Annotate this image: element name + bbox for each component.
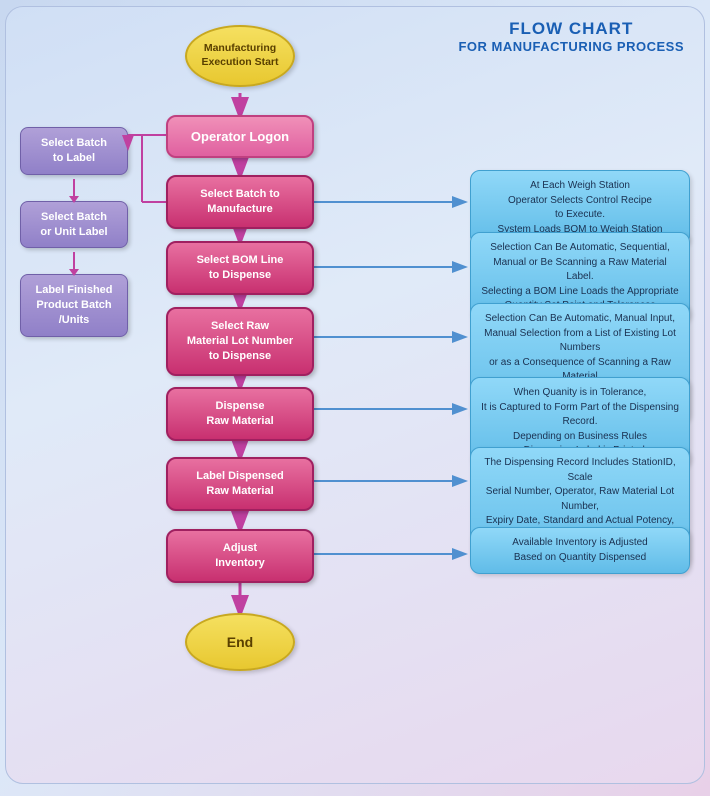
adjust-inventory: Adjust Inventory	[166, 529, 314, 583]
operator-logon: Operator Logon	[166, 115, 314, 158]
left-column: Select Batch to Label Select Batch or Un…	[20, 127, 128, 337]
select-batch-manufacture: Select Batch to Manufacture	[166, 175, 314, 229]
left-arrow-2	[73, 252, 75, 270]
select-raw-material: Select Raw Material Lot Number to Dispen…	[166, 307, 314, 376]
left-arrow-1	[73, 179, 75, 197]
info-adjust-inventory: Available Inventory is Adjusted Based on…	[470, 527, 690, 574]
end-oval: End	[185, 613, 295, 671]
left-box-select-batch-unit-label: Select Batch or Unit Label	[20, 201, 128, 249]
left-box-select-batch-label: Select Batch to Label	[20, 127, 128, 175]
title-line1: FLOW CHART	[458, 19, 684, 39]
title-block: FLOW CHART FOR MANUFACTURING PROCESS	[458, 19, 684, 54]
main-container: FLOW CHART FOR MANUFACTURING PROCESS Sel…	[5, 6, 705, 784]
select-bom-line: Select BOM Line to Dispense	[166, 241, 314, 295]
dispense-raw-material: Dispense Raw Material	[166, 387, 314, 441]
start-oval: Manufacturing Execution Start	[185, 25, 295, 87]
title-line2: FOR MANUFACTURING PROCESS	[458, 39, 684, 54]
left-box-label-finished: Label Finished Product Batch /Units	[20, 274, 128, 337]
label-dispensed-raw: Label Dispensed Raw Material	[166, 457, 314, 511]
